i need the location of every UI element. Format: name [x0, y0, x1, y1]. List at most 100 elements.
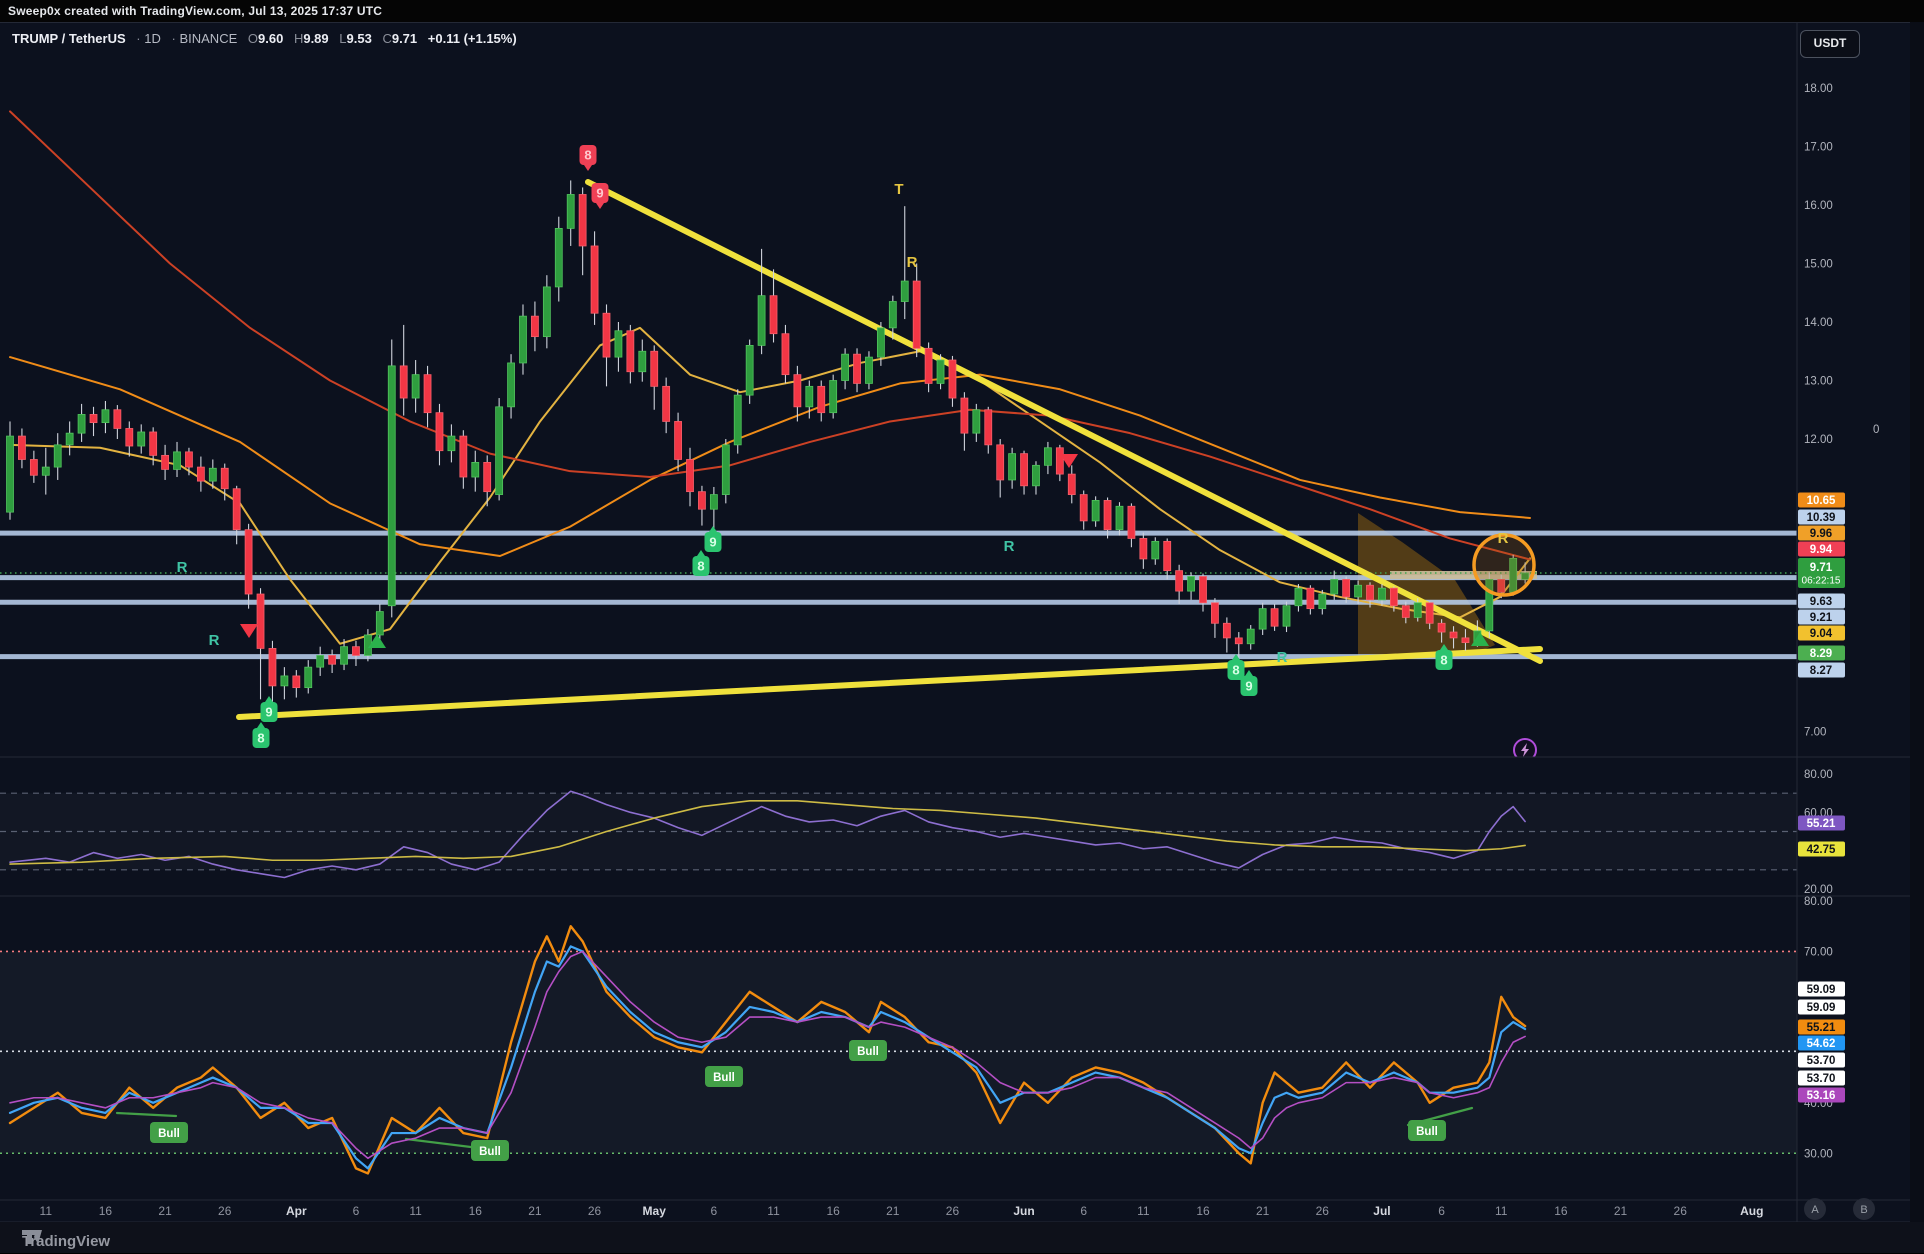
candle[interactable] [1343, 579, 1350, 597]
candle[interactable] [1355, 585, 1362, 597]
candle[interactable] [78, 414, 85, 433]
candle[interactable] [436, 413, 443, 451]
candle[interactable] [627, 331, 634, 372]
candle[interactable] [1044, 448, 1051, 466]
candle[interactable] [174, 452, 181, 470]
candle[interactable] [1032, 465, 1039, 485]
candle[interactable] [1009, 454, 1016, 480]
candle[interactable] [722, 445, 729, 495]
candle[interactable] [937, 360, 944, 383]
candle[interactable] [603, 313, 610, 357]
candle[interactable] [1211, 603, 1218, 623]
candle[interactable] [1319, 594, 1326, 609]
candle[interactable] [1283, 606, 1290, 626]
candle[interactable] [1116, 506, 1123, 529]
candle[interactable] [257, 594, 264, 648]
candle[interactable] [734, 395, 741, 445]
candle[interactable] [197, 467, 204, 481]
candle[interactable] [770, 296, 777, 334]
price-pane[interactable]: 899898898RRRRTRR [0, 111, 1797, 761]
candle[interactable] [913, 281, 920, 348]
candle[interactable] [138, 432, 145, 446]
candle[interactable] [305, 667, 312, 687]
candle[interactable] [1188, 576, 1195, 591]
candle[interactable] [221, 468, 228, 488]
candle[interactable] [1259, 609, 1266, 629]
candle[interactable] [1104, 500, 1111, 529]
candle[interactable] [687, 459, 694, 491]
candle[interactable] [352, 647, 359, 656]
candle[interactable] [376, 612, 383, 635]
candle[interactable] [901, 281, 908, 301]
candle[interactable] [877, 328, 884, 357]
candle[interactable] [1140, 538, 1147, 558]
candle[interactable] [1295, 588, 1302, 606]
candle[interactable] [1164, 541, 1171, 570]
candle[interactable] [281, 676, 288, 686]
candle[interactable] [496, 407, 503, 495]
candle[interactable] [329, 655, 336, 664]
candle[interactable] [42, 467, 49, 475]
candle[interactable] [1331, 579, 1338, 594]
candle[interactable] [102, 410, 109, 423]
candle[interactable] [555, 228, 562, 287]
chart-canvas[interactable]: 899898898RRRRTRRBullBullBullBullBull18.0… [0, 22, 1924, 1253]
candle[interactable] [758, 296, 765, 346]
candle[interactable] [293, 676, 300, 688]
candle[interactable] [1462, 638, 1469, 643]
candle[interactable] [114, 410, 121, 429]
candle[interactable] [675, 421, 682, 459]
candle[interactable] [1426, 603, 1433, 623]
candle[interactable] [1176, 571, 1183, 591]
candle[interactable] [1450, 632, 1457, 638]
candle[interactable] [997, 445, 1004, 480]
candle[interactable] [973, 410, 980, 433]
axis-corner-button[interactable]: A [1804, 1198, 1826, 1220]
candle[interactable] [579, 194, 586, 245]
candle[interactable] [1200, 576, 1207, 602]
interval-label[interactable]: 1D [144, 31, 161, 46]
candle[interactable] [1080, 495, 1087, 521]
candle[interactable] [1414, 603, 1421, 618]
candle[interactable] [591, 246, 598, 313]
candle[interactable] [126, 428, 133, 446]
candle[interactable] [1402, 606, 1409, 618]
candle[interactable] [424, 375, 431, 413]
candle[interactable] [961, 398, 968, 433]
candle[interactable] [782, 334, 789, 375]
candle[interactable] [18, 436, 25, 459]
candle[interactable] [543, 287, 550, 337]
candle[interactable] [30, 459, 37, 475]
candle[interactable] [1235, 638, 1242, 644]
candle[interactable] [460, 436, 467, 477]
candle[interactable] [830, 381, 837, 413]
candle[interactable] [949, 360, 956, 398]
candle[interactable] [925, 348, 932, 383]
candle[interactable] [1056, 448, 1063, 474]
candle[interactable] [818, 386, 825, 412]
candle[interactable] [567, 194, 574, 228]
candle[interactable] [388, 366, 395, 606]
candle[interactable] [519, 316, 526, 363]
candle[interactable] [698, 492, 705, 510]
candle[interactable] [54, 445, 61, 467]
candle[interactable] [209, 468, 216, 481]
candle[interactable] [1247, 629, 1254, 644]
candle[interactable] [1068, 474, 1075, 494]
candle[interactable] [985, 410, 992, 445]
axis-corner-button[interactable]: B [1853, 1198, 1875, 1220]
tradingview-footer[interactable]: TradingView [22, 1228, 110, 1254]
candle[interactable] [400, 366, 407, 398]
candle[interactable] [341, 647, 348, 665]
candle[interactable] [7, 436, 14, 512]
candle[interactable] [472, 462, 479, 477]
candle[interactable] [90, 414, 97, 422]
candle[interactable] [651, 351, 658, 386]
candle[interactable] [508, 363, 515, 407]
candle[interactable] [1128, 506, 1135, 538]
candle[interactable] [412, 375, 419, 398]
candle[interactable] [66, 433, 73, 445]
candle[interactable] [794, 375, 801, 407]
candle[interactable] [531, 316, 538, 336]
trendline[interactable] [239, 649, 1540, 717]
